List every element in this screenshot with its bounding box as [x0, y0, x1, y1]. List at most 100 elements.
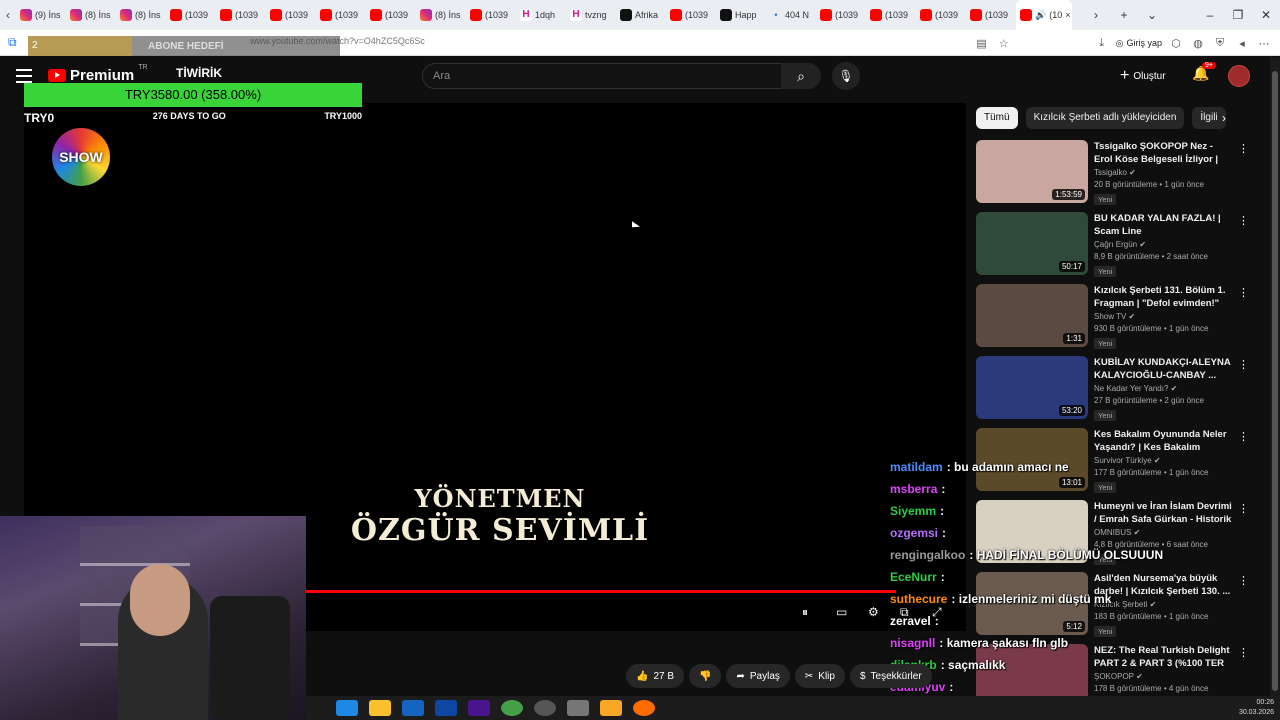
video-title[interactable]: Tssigalko ŞOKOPOP Nez - Erol Köse Belges… — [1094, 140, 1234, 166]
channel-name[interactable]: Ne Kadar Yer Yandı? ✔ — [1094, 384, 1234, 393]
youtube-logo[interactable]: Premium TR — [48, 64, 148, 84]
app2-icon[interactable] — [567, 700, 589, 716]
browser-tab[interactable]: (1039 — [166, 0, 216, 30]
extension-icon[interactable]: ⬡ — [1168, 37, 1184, 50]
more-options-icon[interactable]: ⋮ — [1238, 214, 1249, 227]
channel-name[interactable]: Show TV ✔ — [1094, 312, 1234, 321]
browser-tab[interactable]: (1039 — [966, 0, 1016, 30]
browser-tab[interactable]: (1039 — [816, 0, 866, 30]
more-options-icon[interactable]: ⋮ — [1238, 646, 1249, 659]
browser-tab[interactable]: (1039 — [916, 0, 966, 30]
create-button[interactable]: + Oluştur — [1120, 67, 1166, 85]
more-options-icon[interactable]: ⋮ — [1238, 430, 1249, 443]
volume-icon[interactable]: ◂ — [1234, 37, 1250, 50]
filter-chip[interactable]: Kızılcık Şerbeti adlı yükleyiciden — [1025, 107, 1185, 129]
dislike-button[interactable]: 👎 — [689, 664, 722, 688]
tab-list-icon[interactable]: ⌄ — [1138, 8, 1166, 22]
channel-name[interactable]: OMNIBUS ✔ — [1094, 528, 1234, 537]
system-tray-clock[interactable]: 00:26 30.03.2026 — [1239, 698, 1274, 718]
more-options-icon[interactable]: ⋮ — [1238, 574, 1249, 587]
firefox-icon[interactable] — [633, 700, 655, 716]
tab-scroll-right-icon[interactable]: › — [1082, 8, 1110, 22]
filter-chip[interactable]: İlgili — [1192, 107, 1226, 129]
video-thumbnail[interactable]: 50:17 — [976, 212, 1088, 275]
browser-tab[interactable]: (1039 — [466, 0, 516, 30]
share-button[interactable]: ➦ Paylaş — [726, 664, 790, 688]
list-item[interactable]: 50:17 BU KADAR YALAN FAZLA! | Scam Line Ça… — [976, 212, 1256, 284]
star-icon[interactable]: ☆ — [996, 37, 1012, 50]
restore-icon[interactable]: ❐ — [1224, 8, 1252, 22]
browser-tab[interactable]: (8) İns — [66, 0, 116, 30]
browser-tab[interactable]: (1039 — [866, 0, 916, 30]
folder-icon[interactable] — [600, 700, 622, 716]
browser-tab[interactable]: • 404 N — [766, 0, 816, 30]
browser-tab[interactable]: (8) İns — [416, 0, 466, 30]
video-title[interactable]: KUBİLAY KUNDAKÇI-ALEYNA KALAYCIOĞLU-CANB… — [1094, 356, 1234, 382]
settings-icon[interactable]: ⚙ — [868, 605, 879, 619]
list-item[interactable]: 1:31 Kızılcık Şerbeti 131. Bölüm 1. Fragm… — [976, 284, 1256, 356]
list-item[interactable]: 53:20 KUBİLAY KUNDAKÇI-ALEYNA KALAYCIOĞLU… — [976, 356, 1256, 428]
new-tab-icon[interactable]: + — [1110, 8, 1138, 22]
chrome-icon[interactable] — [501, 700, 523, 716]
browser-tab[interactable]: (1039 — [266, 0, 316, 30]
filter-chip[interactable]: Tümü — [976, 107, 1018, 129]
page-scrollbar[interactable] — [1270, 57, 1280, 696]
scroll-thumb[interactable] — [1272, 71, 1278, 691]
video-title[interactable]: Humeyni ve İran İslam Devrimi / Emrah Sa… — [1094, 500, 1234, 526]
close-window-icon[interactable]: ✕ — [1252, 8, 1280, 22]
more-options-icon[interactable]: ⋮ — [1238, 502, 1249, 515]
browser-tab[interactable]: (1039 — [316, 0, 366, 30]
browser-tab[interactable]: (9) İns — [16, 0, 66, 30]
login-button[interactable]: ◎ Giriş yap — [1116, 38, 1162, 49]
video-title[interactable]: BU KADAR YALAN FAZLA! | Scam Line — [1094, 212, 1234, 238]
browser-tab[interactable]: Afrika — [616, 0, 666, 30]
channel-name[interactable]: Tssigalko ✔ — [1094, 168, 1234, 177]
clip-button[interactable]: ✂ Klip — [794, 664, 845, 688]
avatar[interactable] — [1228, 65, 1250, 87]
edge-icon[interactable] — [336, 700, 358, 716]
microphone-icon[interactable]: 🎙 — [832, 62, 860, 90]
channel-name[interactable]: Çağrı Ergün ✔ — [1094, 240, 1234, 249]
video-progress-bar[interactable] — [306, 590, 896, 593]
more-options-icon[interactable]: ⋮ — [1238, 286, 1249, 299]
video-title[interactable]: Kızılcık Şerbeti 131. Bölüm 1. Fragman |… — [1094, 284, 1234, 310]
video-thumbnail[interactable]: 1:53:59 — [976, 140, 1088, 203]
pause-icon[interactable]: ⏸ — [802, 605, 808, 620]
tab-scroll-left-icon[interactable]: ‹ — [0, 0, 16, 30]
video-title[interactable]: NEZ: The Real Turkish Delight PART 2 & P… — [1094, 644, 1234, 670]
channel-name[interactable]: Survivor Türkiye ✔ — [1094, 456, 1234, 465]
speaker-icon[interactable]: 🔊 — [1035, 10, 1046, 21]
more-options-icon[interactable]: ⋮ — [1238, 358, 1249, 371]
channel-name[interactable]: Kızılcık Şerbeti ✔ — [1094, 600, 1234, 609]
browser-tab[interactable]: (1039 — [216, 0, 266, 30]
search-icon[interactable]: ⌕ — [781, 63, 821, 89]
channel-name[interactable]: ŞOKOPOP ✔ — [1094, 672, 1234, 681]
reader-icon[interactable]: ▤ — [974, 37, 990, 50]
video-thumbnail[interactable]: 1:31 — [976, 284, 1088, 347]
premiere-icon[interactable] — [468, 700, 490, 716]
video-thumbnail[interactable]: 53:20 — [976, 356, 1088, 419]
subtitles-icon[interactable]: ▭ — [836, 605, 847, 619]
notification-bell-icon[interactable]: 🔔 9+ — [1192, 62, 1216, 82]
video-title[interactable]: Asil'den Nursema'ya büyük darbe! | Kızıl… — [1094, 572, 1234, 598]
browser-tab[interactable]: (1039 — [366, 0, 416, 30]
file-explorer-icon[interactable] — [369, 700, 391, 716]
settings-menu-icon[interactable]: ⋯ — [1256, 37, 1272, 50]
browser-tab[interactable]: H 1dqh — [516, 0, 566, 30]
chevron-right-icon[interactable]: › — [1222, 111, 1226, 125]
close-tab-icon[interactable]: × — [1065, 10, 1070, 20]
store-icon[interactable] — [402, 700, 424, 716]
menu-icon[interactable] — [16, 69, 32, 83]
video-title[interactable]: Kes Bakalım Oyununda Neler Yaşandı? | Ke… — [1094, 428, 1234, 454]
shield-icon[interactable]: ⛨ — [1212, 37, 1228, 50]
like-button[interactable]: 👍 27 B — [626, 664, 685, 688]
app-icon[interactable] — [435, 700, 457, 716]
list-item[interactable]: 1:53:59 Tssigalko ŞOKOPOP Nez - Erol Köse… — [976, 140, 1256, 212]
obs-icon[interactable] — [534, 700, 556, 716]
browser-tab[interactable]: Htvzng — [566, 0, 616, 30]
active-tab[interactable]: 🔊 (10 × — [1016, 0, 1072, 30]
vpn-icon[interactable]: ◍ — [1190, 37, 1206, 50]
browser-tab[interactable]: (8) İns — [116, 0, 166, 30]
browser-tab[interactable]: Happ — [716, 0, 766, 30]
browser-tab[interactable]: (1039 — [666, 0, 716, 30]
